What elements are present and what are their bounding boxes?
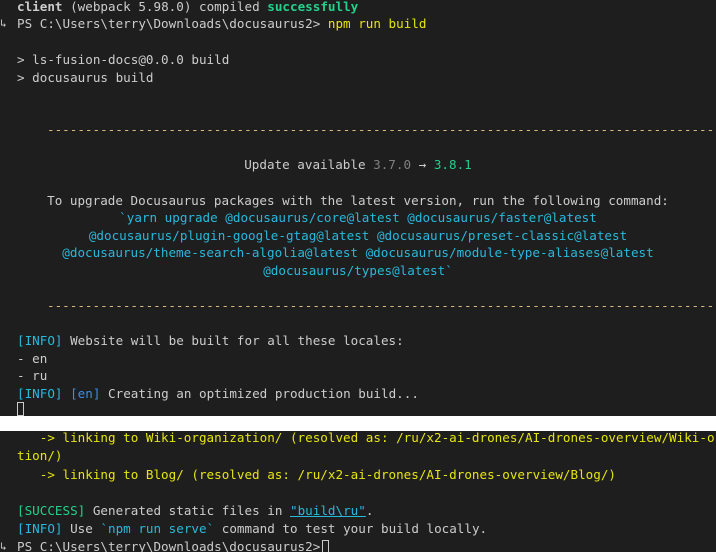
upgrade-command-line: @docusaurus/theme-search-algolia@latest …	[62, 245, 654, 260]
serve-command: `npm run serve`	[100, 521, 215, 536]
prompt-command: npm run build	[327, 16, 427, 31]
update-from-version: 3.7.0	[373, 157, 412, 172]
locale-tag: [en]	[70, 386, 101, 401]
success-end: .	[365, 503, 374, 518]
terminal-cursor	[17, 400, 24, 416]
info-post: command to test your build locally.	[221, 521, 488, 536]
upgrade-command-line: @docusaurus/types@latest`	[263, 263, 453, 278]
upgrade-command-line: @docusaurus/plugin-google-gtag@latest @d…	[88, 228, 628, 243]
arrow-icon: →	[418, 157, 427, 172]
locale-item: - ru	[17, 368, 48, 383]
prompt-path: PS C:\Users\terry\Downloads\docusaurus2>	[17, 539, 321, 552]
compile-status: successfully	[267, 0, 359, 14]
prompt-marker-icon: ↳	[0, 540, 7, 552]
link-warning-line: -> linking to Blog/ (resolved as: /ru/x2…	[17, 467, 616, 482]
update-to-version: 3.8.1	[433, 157, 472, 172]
info-pre: Use	[70, 521, 93, 536]
info-build-line: [INFO] [en] Creating an optimized produc…	[17, 385, 419, 402]
script-line: > docusaurus build	[17, 70, 154, 85]
link-warning-line: tion/)	[17, 448, 63, 463]
success-line: [SUCCESS] Generated static files in "bui…	[17, 502, 373, 519]
success-tag: [SUCCESS]	[17, 503, 86, 518]
terminal-output-top[interactable]: client (webpack 5.98.0) compiled success…	[0, 0, 716, 416]
dash-divider: ----------------------------------------…	[47, 122, 716, 137]
info-tag: [INFO]	[17, 521, 63, 536]
info-text: Creating an optimized production build..…	[108, 386, 419, 401]
compile-client: client	[17, 0, 63, 14]
prompt-line-2[interactable]: PS C:\Users\terry\Downloads\docusaurus2>	[17, 538, 330, 552]
compile-line: client (webpack 5.98.0) compiled success…	[17, 0, 358, 15]
script-line: > ls-fusion-docs@0.0.0 build	[17, 52, 230, 67]
dash-divider: ----------------------------------------…	[47, 298, 716, 313]
compile-text: (webpack 5.98.0) compiled	[70, 0, 260, 14]
info-tag: [INFO]	[17, 386, 63, 401]
upgrade-instructions: To upgrade Docusaurus packages with the …	[47, 193, 669, 208]
build-path-link[interactable]: "build\ru"	[290, 503, 366, 518]
info-serve-line: [INFO] Use `npm run serve` command to te…	[17, 520, 487, 537]
info-tag: [INFO]	[17, 333, 63, 348]
info-locales-line: [INFO] Website will be built for all the…	[17, 332, 404, 349]
success-text: Generated static files in	[92, 503, 283, 518]
terminal-cursor	[322, 540, 330, 552]
prompt-marker-icon: ↳	[0, 17, 7, 30]
link-warning-line: -> linking to Wiki-organization/ (resolv…	[17, 431, 715, 445]
locale-item: - en	[17, 351, 48, 366]
upgrade-command-line: `yarn upgrade @docusaurus/core@latest @d…	[119, 210, 597, 225]
info-text: Website will be built for all these loca…	[70, 333, 404, 348]
update-available-line: Update available 3.7.0 → 3.8.1	[0, 156, 716, 173]
update-label: Update available	[244, 157, 366, 172]
terminal-output-bottom[interactable]: -> linking to Wiki-organization/ (resolv…	[0, 431, 716, 552]
prompt-path: PS C:\Users\terry\Downloads\docusaurus2>	[17, 16, 321, 31]
pane-divider	[0, 416, 716, 431]
prompt-line-1: PS C:\Users\terry\Downloads\docusaurus2>…	[17, 15, 426, 32]
